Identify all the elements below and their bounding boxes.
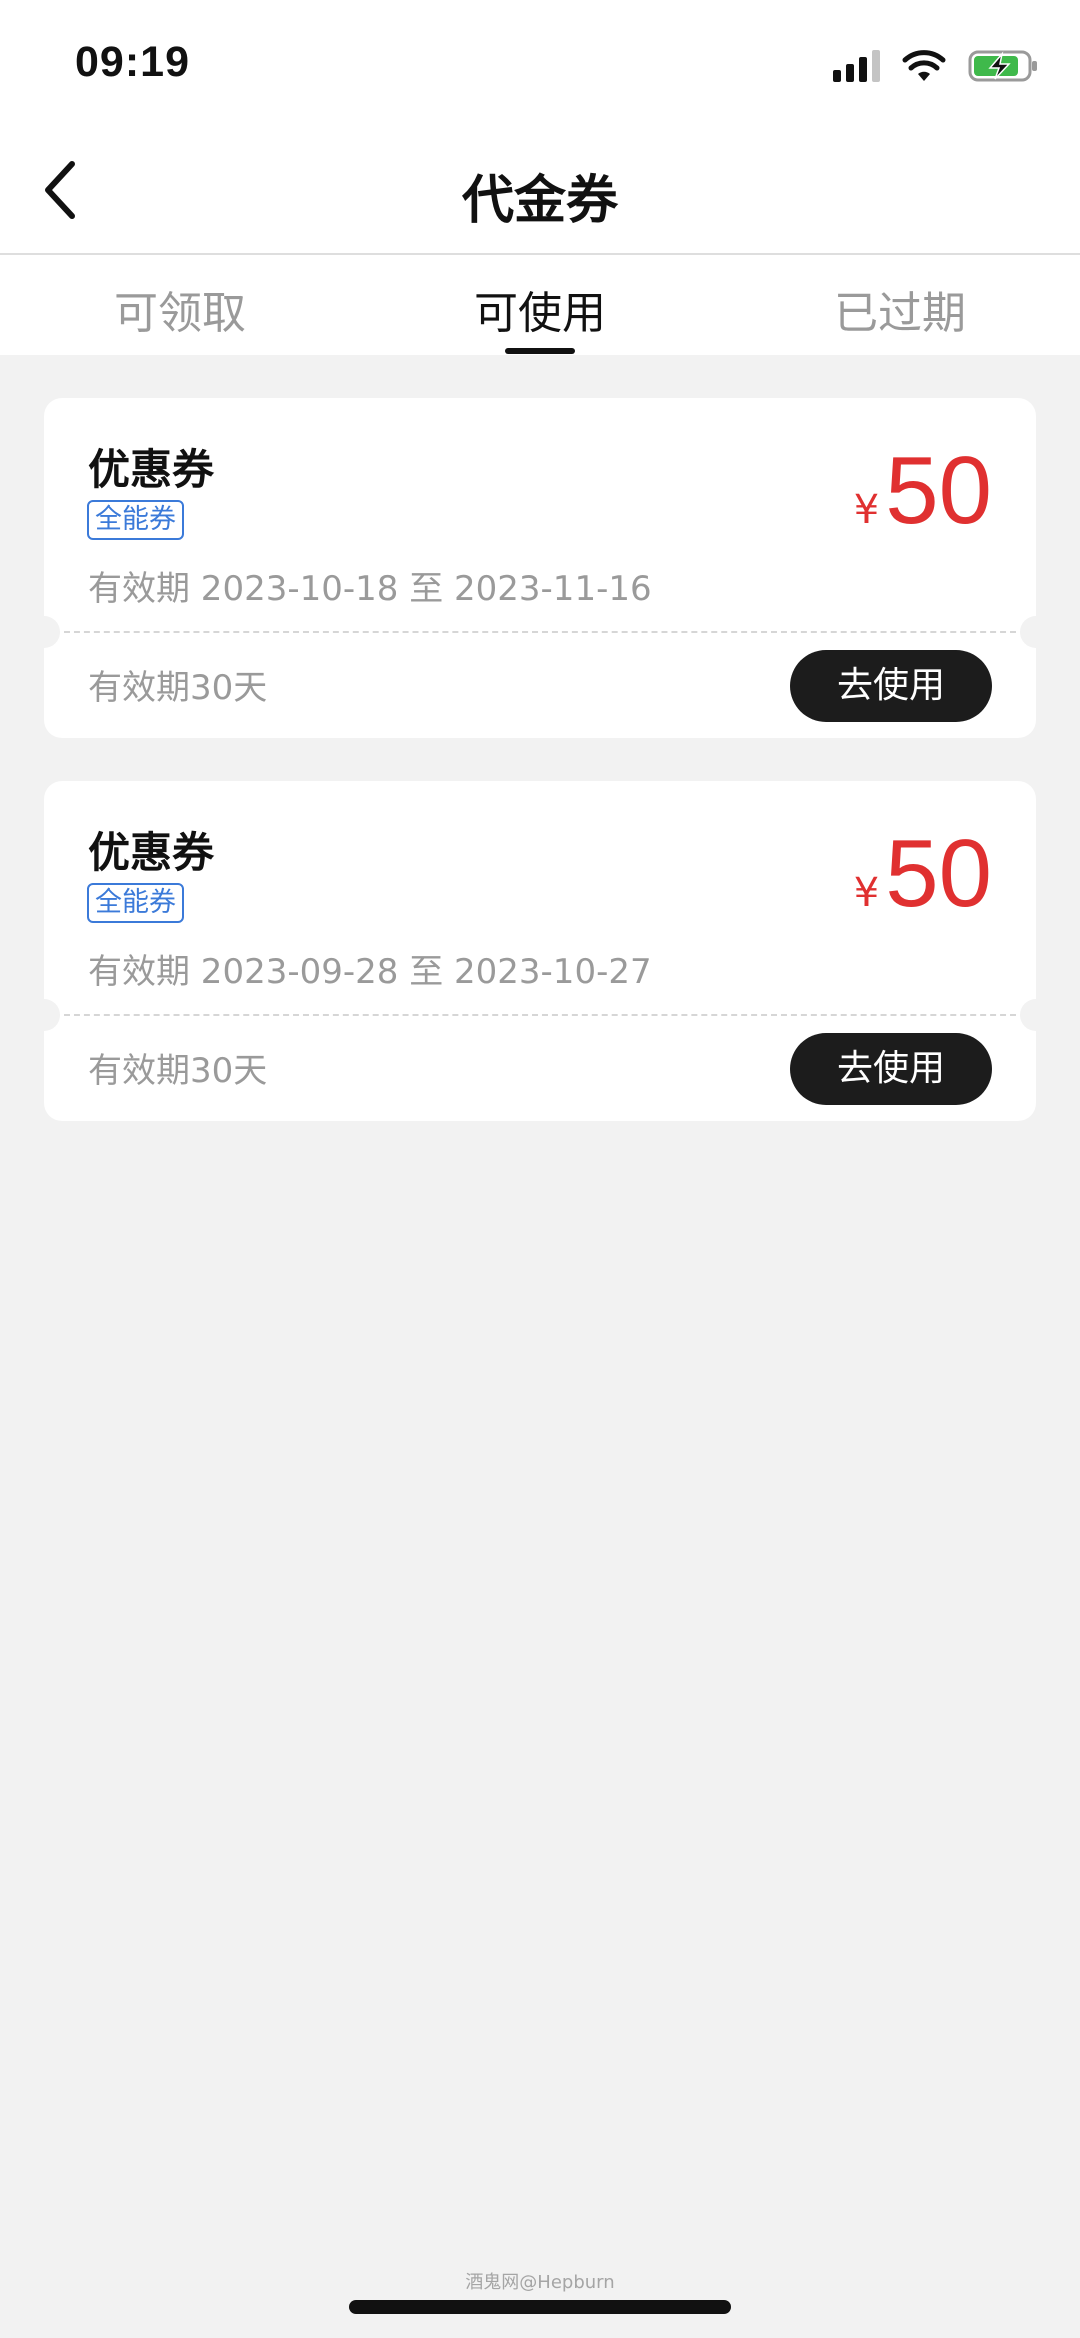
battery-charging-icon [968, 50, 1037, 82]
use-coupon-button[interactable]: 去使用 [790, 650, 992, 722]
currency-symbol: ¥ [853, 487, 880, 533]
coupon-duration: 有效期30天 [88, 1051, 268, 1091]
status-icons [833, 46, 1040, 86]
card-notch-left [28, 999, 60, 1031]
use-coupon-button[interactable]: 去使用 [790, 1033, 992, 1105]
card-divider [64, 631, 1016, 633]
coupon-amount: 50 [885, 437, 992, 544]
currency-symbol: ¥ [853, 870, 880, 916]
coupon-duration: 有效期30天 [88, 668, 268, 708]
active-tab-indicator [505, 348, 575, 354]
watermark: 酒鬼网@Hepburn [465, 2272, 615, 2293]
wifi-icon [902, 50, 946, 81]
coupon-card: 优惠券 全能券 有效期 2023-09-28 至 2023-10-27 ¥ 50… [28, 781, 1052, 1121]
tab-usable[interactable]: 可使用 [360, 277, 720, 341]
coupon-validity: 有效期 2023-10-18 至 2023-11-16 [88, 569, 652, 609]
card-divider [64, 1014, 1016, 1016]
coupon-price: ¥ 50 [854, 819, 992, 929]
home-indicator[interactable] [349, 2300, 731, 2314]
coupon-tag: 全能券 [87, 500, 184, 540]
coupon-validity: 有效期 2023-09-28 至 2023-10-27 [88, 952, 652, 992]
tab-claimable[interactable]: 可领取 [0, 277, 360, 341]
cellular-signal-icon [833, 50, 880, 82]
coupon-amount: 50 [885, 820, 992, 927]
card-notch-right [1020, 999, 1052, 1031]
coupon-tag: 全能券 [87, 883, 184, 923]
tab-expired[interactable]: 已过期 [720, 277, 1080, 341]
page-title: 代金券 [461, 171, 618, 231]
coupon-title: 优惠券 [88, 828, 215, 877]
coupon-title: 优惠券 [88, 445, 215, 494]
coupon-price: ¥ 50 [854, 436, 992, 546]
card-notch-right [1020, 616, 1052, 648]
status-time: 09:19 [75, 38, 190, 86]
tab-bar: 可领取 可使用 已过期 [0, 255, 1080, 355]
coupon-card: 优惠券 全能券 有效期 2023-10-18 至 2023-11-16 ¥ 50… [28, 398, 1052, 738]
card-notch-left [28, 616, 60, 648]
